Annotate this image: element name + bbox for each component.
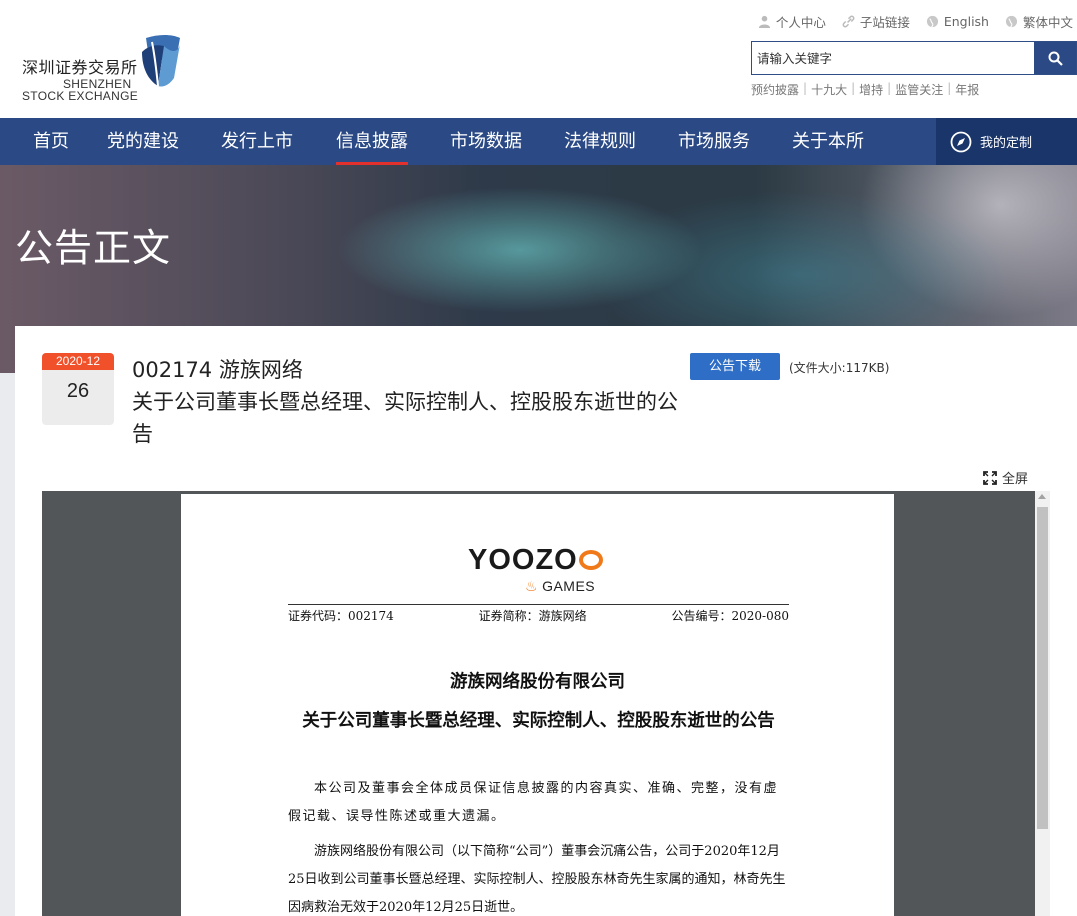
yoozoo-logo: YOOZO: [468, 544, 603, 577]
pdf-viewer[interactable]: YOOZO ♨ GAMES 证券代码：002174 证券简称：游族网络 公告编号：…: [42, 491, 1050, 916]
toplink-label: 子站链接: [859, 14, 910, 30]
toplink-label: English: [943, 13, 989, 29]
toplink-label: 个人中心: [775, 14, 826, 30]
flame-icon: ♨: [525, 578, 539, 594]
top-links: 个人中心 子站链接 English 繁体中文: [742, 12, 1073, 30]
page-title: 公告正文: [15, 226, 172, 270]
hotword-link[interactable]: 增持: [859, 81, 883, 98]
my-custom-button[interactable]: 我的定制: [936, 118, 1077, 165]
announcement-title: 关于公司董事长暨总经理、实际控制人、控股股东逝世的公告: [132, 390, 678, 446]
fullscreen-label: 全屏: [1002, 472, 1029, 487]
search-box: [751, 41, 1077, 75]
nav-item-home[interactable]: 首页: [33, 118, 69, 165]
doc-meta-line: 证券代码：002174 证券简称：游族网络 公告编号：2020-080: [288, 604, 789, 624]
site-header: 深圳证券交易所 SHENZHEN STOCK EXCHANGE 个人中心 子站链…: [0, 0, 1077, 118]
globe-icon: [926, 15, 938, 27]
logo-cn-text: 深圳证券交易所: [22, 58, 138, 77]
nav-item-rules[interactable]: 法律规则: [564, 118, 636, 165]
pdf-scrollbar[interactable]: [1035, 491, 1050, 916]
date-badge: 2020-12 26: [42, 353, 114, 425]
user-icon: [758, 15, 770, 28]
date-month: 2020-12: [42, 353, 114, 370]
nav-item-listing[interactable]: 发行上市: [221, 118, 293, 165]
hotword-link[interactable]: 十九大: [811, 81, 847, 98]
search-icon: [1048, 51, 1063, 66]
hotword-link[interactable]: 预约披露: [751, 81, 799, 98]
toplink-traditional-chinese[interactable]: 繁体中文: [1005, 12, 1073, 30]
search-input[interactable]: [752, 42, 1034, 74]
szse-logo-mark-icon: [142, 35, 180, 87]
doc-heading: 关于公司董事长暨总经理、实际控制人、控股股东逝世的公告: [302, 711, 775, 731]
doc-paragraph: 游族网络股份有限公司（以下简称“公司”）董事会沉痛公告，公司于2020年12月2…: [288, 844, 786, 915]
link-icon: [842, 15, 855, 27]
hot-keywords: 预约披露 | 十九大 | 增持 | 监管关注 | 年报: [751, 81, 980, 98]
hotword-link[interactable]: 监管关注: [895, 81, 943, 98]
scroll-thumb[interactable]: [1037, 507, 1048, 829]
yoozoo-ring-icon: [578, 550, 603, 570]
nav-item-market-data[interactable]: 市场数据: [450, 118, 522, 165]
my-custom-label: 我的定制: [980, 136, 1033, 151]
yoozoo-logo-text: YOOZO: [468, 544, 578, 576]
download-button[interactable]: 公告下载: [690, 353, 780, 380]
stock-code-name: 002174 游族网络: [132, 358, 303, 382]
fullscreen-button[interactable]: 全屏: [983, 468, 1028, 487]
yoozoo-games-label: ♨ GAMES: [525, 578, 596, 594]
nav-item-market-services[interactable]: 市场服务: [678, 118, 750, 165]
nav-item-disclosure[interactable]: 信息披露: [336, 118, 408, 165]
doc-company-name: 游族网络股份有限公司: [450, 672, 625, 692]
logo-en-text-2: STOCK EXCHANGE: [22, 89, 139, 103]
toplink-english[interactable]: English: [926, 12, 989, 30]
toplink-subsite-links[interactable]: 子站链接: [842, 12, 910, 30]
security-abbr: 证券简称：游族网络: [478, 609, 587, 623]
nav-item-about[interactable]: 关于本所: [792, 118, 864, 165]
date-day: 26: [66, 380, 90, 402]
pdf-page: YOOZO ♨ GAMES 证券代码：002174 证券简称：游族网络 公告编号：…: [181, 494, 894, 916]
szse-logo[interactable]: 深圳证券交易所 SHENZHEN STOCK EXCHANGE: [20, 30, 190, 103]
compass-icon: [950, 131, 972, 152]
nav-item-party-building[interactable]: 党的建设: [107, 118, 179, 165]
globe-icon: [1005, 15, 1018, 27]
toplink-label: 繁体中文: [1022, 14, 1073, 30]
announcement-card: 2020-12 26 002174 游族网络 关于公司董事长暨总经理、实际控制人…: [15, 326, 1077, 916]
doc-paragraph: 本公司及董事会全体成员保证信息披露的内容真实、准确、完整，没有虚假记载、误导性陈…: [288, 781, 779, 824]
hotword-link[interactable]: 年报: [955, 81, 979, 98]
fullscreen-icon: [983, 470, 997, 485]
search-button[interactable]: [1034, 42, 1076, 74]
main-nav: 首页 党的建设 发行上市 信息披露 市场数据 法律规则 市场服务 关于本所 我的…: [0, 118, 1077, 165]
toplink-personal-center[interactable]: 个人中心: [758, 12, 826, 30]
scroll-up-arrow-icon[interactable]: [1038, 494, 1046, 499]
notice-number: 公告编号：2020-080: [671, 609, 789, 623]
security-code: 证券代码：002174: [288, 609, 394, 623]
file-size: (文件大小:117KB): [789, 361, 890, 375]
